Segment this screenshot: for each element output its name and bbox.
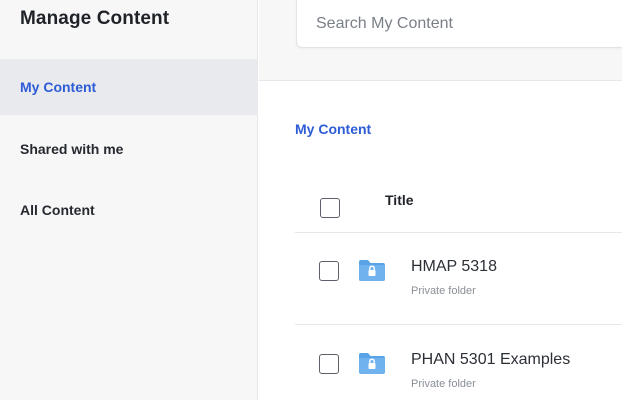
sidebar-title: Manage Content <box>20 8 170 29</box>
table-row[interactable]: PHAN 5301 Examples Private folder <box>295 326 622 400</box>
sidebar-item-all-content[interactable]: All Content <box>0 182 258 238</box>
sidebar: Manage Content My Content Shared with me… <box>0 0 258 400</box>
row-checkbox[interactable] <box>319 354 339 374</box>
select-all-checkbox[interactable] <box>320 198 340 218</box>
top-bar <box>259 0 622 81</box>
row-title[interactable]: PHAN 5301 Examples <box>411 351 570 369</box>
table-header: Title <box>295 180 622 233</box>
search-box <box>296 0 622 48</box>
search-input[interactable] <box>297 0 622 47</box>
locked-folder-icon <box>359 260 385 281</box>
row-checkbox[interactable] <box>319 261 339 281</box>
sidebar-item-my-content[interactable]: My Content <box>0 59 258 115</box>
row-title[interactable]: HMAP 5318 <box>411 258 497 276</box>
page-title: My Content <box>295 121 372 137</box>
sidebar-item-shared-with-me[interactable]: Shared with me <box>0 121 258 177</box>
column-header-title[interactable]: Title <box>385 192 414 208</box>
locked-folder-icon <box>359 353 385 374</box>
app-window: Manage Content My Content Shared with me… <box>0 0 622 400</box>
row-subtitle: Private folder <box>411 378 476 390</box>
table-row[interactable]: HMAP 5318 Private folder <box>295 233 622 325</box>
row-subtitle: Private folder <box>411 285 476 297</box>
